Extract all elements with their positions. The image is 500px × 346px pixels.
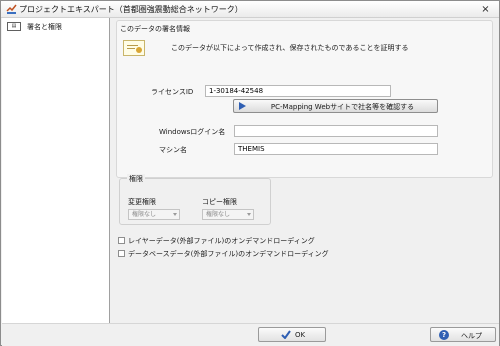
change-permission-select[interactable]: 権限なし [128, 209, 180, 220]
certificate-icon [123, 40, 145, 56]
confirm-on-website-button[interactable]: PC-Mapping Webサイトで社名等を確認する [233, 99, 438, 113]
check-icon [281, 330, 291, 339]
help-button[interactable]: ? ヘルプ [430, 327, 496, 342]
help-icon: ? [439, 330, 449, 340]
copy-permission-select[interactable]: 権限なし [202, 209, 254, 220]
windows-login-field[interactable] [234, 125, 438, 137]
layer-ondemand-label: レイヤーデータ(外部ファイル)のオンデマンドローディング [128, 237, 315, 245]
signature-description: このデータが以下によって作成され、保存されたものであることを証明する [171, 44, 409, 52]
certificate-icon: ▤ [7, 22, 21, 31]
copy-permission-value: 権限なし [206, 211, 231, 218]
permissions-title: 権限 [127, 174, 145, 184]
dialog-window: プロジェクトエキスパート（首都圏強震動総合ネットワーク） × ▤ 署名と権限 こ… [0, 0, 500, 346]
change-permission-value: 権限なし [132, 211, 157, 218]
ok-button-label: OK [295, 331, 306, 339]
database-ondemand-checkbox[interactable] [118, 250, 125, 257]
dialog-footer: OK ? ヘルプ [2, 323, 499, 346]
layer-ondemand-option[interactable]: レイヤーデータ(外部ファイル)のオンデマンドローディング [118, 236, 378, 246]
sidebar: ▤ 署名と権限 [2, 18, 110, 323]
license-id-field[interactable] [205, 85, 391, 97]
signature-heading: このデータの署名情報 [120, 25, 190, 33]
main-content: このデータの署名情報 このデータが以下によって作成され、保存されたものであること… [111, 18, 499, 323]
change-permission-label: 変更権限 [128, 198, 156, 206]
sidebar-item-signature-permissions[interactable]: ▤ 署名と権限 [5, 21, 107, 33]
app-icon [6, 4, 17, 14]
machine-name-label: マシン名 [159, 146, 187, 154]
signature-panel: このデータの署名情報 このデータが以下によって作成され、保存されたものであること… [116, 20, 493, 178]
window-title: プロジェクトエキスパート（首都圏強震動総合ネットワーク） [19, 5, 243, 14]
chevron-down-icon [247, 213, 251, 216]
ok-button[interactable]: OK [258, 327, 326, 342]
license-label: ライセンスID [151, 88, 194, 96]
database-ondemand-label: データベースデータ(外部ファイル)のオンデマンドローディング [128, 250, 329, 258]
chevron-down-icon [173, 213, 177, 216]
help-button-label: ヘルプ [461, 332, 482, 340]
windows-login-label: Windowsログイン名 [159, 128, 226, 136]
permissions-group: 権限 変更権限 コピー権限 権限なし 権限なし [119, 174, 271, 225]
sidebar-item-label: 署名と権限 [27, 23, 62, 31]
database-ondemand-option[interactable]: データベースデータ(外部ファイル)のオンデマンドローディング [118, 249, 378, 259]
layer-ondemand-checkbox[interactable] [118, 237, 125, 244]
confirm-button-label: PC-Mapping Webサイトで社名等を確認する [270, 103, 415, 111]
title-bar: プロジェクトエキスパート（首都圏強震動総合ネットワーク） × [1, 1, 499, 18]
machine-name-field[interactable] [234, 143, 438, 155]
close-button[interactable]: × [480, 4, 491, 15]
copy-permission-label: コピー権限 [202, 198, 237, 206]
